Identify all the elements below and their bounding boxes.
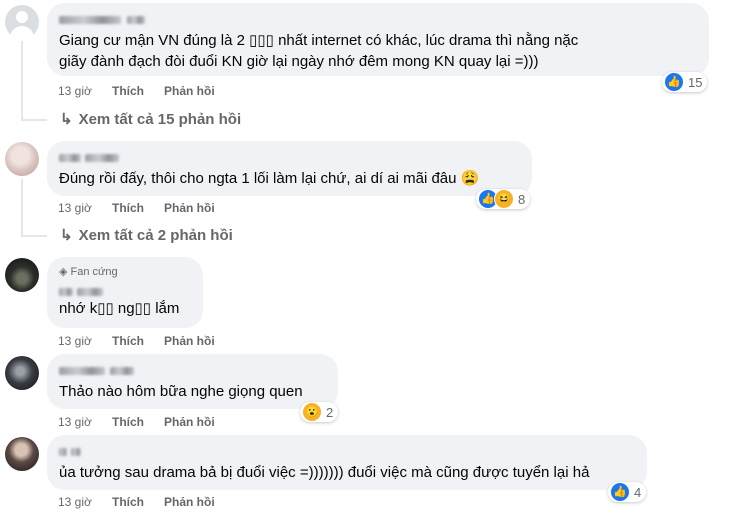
comment-author[interactable] <box>59 443 635 458</box>
thread-connector <box>21 235 47 237</box>
comment-time[interactable]: 13 giờ <box>58 495 92 509</box>
reaction-count: 2 <box>326 404 334 420</box>
comment-text: ủa tưởng sau drama bả bị đuổi việc =))))… <box>59 462 635 483</box>
comment-bubble: Giang cư mận VN đúng là 2 ▯▯▯ nhất inter… <box>47 3 709 76</box>
avatar[interactable] <box>5 258 39 292</box>
haha-icon: 😆 <box>494 189 514 209</box>
comment-time[interactable]: 13 giờ <box>58 201 92 215</box>
reply-button[interactable]: Phản hồi <box>164 201 215 215</box>
comment-text: Đúng rồi đấy, thôi cho ngta 1 lối làm lạ… <box>59 168 520 189</box>
fan-badge: ◈ Fan cứng <box>59 266 118 278</box>
comment-text: Giang cư mận VN đúng là 2 ▯▯▯ nhất inter… <box>59 30 697 72</box>
comment-author[interactable] <box>59 283 191 298</box>
comment-text-line: Đúng rồi đấy, thôi cho ngta 1 lối làm lạ… <box>59 170 480 187</box>
comment-bubble: ◈ Fan cứng nhớ k▯▯ ng▯▯ lắm <box>47 257 203 328</box>
reply-button[interactable]: Phản hồi <box>164 495 215 509</box>
comment-text-line: giãy đành đạch đòi đuổi KN giờ lại ngày … <box>59 53 539 70</box>
comment-time[interactable]: 13 giờ <box>58 415 92 429</box>
like-button[interactable]: Thích <box>112 84 144 98</box>
comment-time[interactable]: 13 giờ <box>58 334 92 348</box>
reply-button[interactable]: Phản hồi <box>164 334 215 348</box>
comment-bubble: ủa tưởng sau drama bả bị đuổi việc =))))… <box>47 435 647 490</box>
like-button[interactable]: Thích <box>112 334 144 348</box>
reply-button[interactable]: Phản hồi <box>164 84 215 98</box>
comment-author[interactable] <box>59 362 326 377</box>
comment-text-line: Giang cư mận VN đúng là 2 ▯▯▯ nhất inter… <box>59 32 579 49</box>
comment-author[interactable] <box>59 149 520 164</box>
comment-time[interactable]: 13 giờ <box>58 84 92 98</box>
reply-arrow-icon: ↳ <box>60 111 73 128</box>
comment-bubble: Thảo nào hôm bữa nghe giọng quen <box>47 354 338 409</box>
comment-author[interactable] <box>59 11 697 26</box>
thread-line <box>21 41 23 121</box>
wow-icon: 😮 <box>302 402 322 422</box>
reply-arrow-icon: ↳ <box>60 227 73 244</box>
thread-connector <box>21 119 47 121</box>
reaction-summary[interactable]: 👍 😆 8 <box>476 189 531 209</box>
comment-text-line: nhớ k▯▯ ng▯▯ lắm <box>59 300 180 317</box>
avatar[interactable] <box>5 356 39 390</box>
avatar[interactable] <box>5 5 39 39</box>
comment-text: Thảo nào hôm bữa nghe giọng quen <box>59 381 326 402</box>
reply-button[interactable]: Phản hồi <box>164 415 215 429</box>
reaction-count: 8 <box>518 191 526 207</box>
avatar[interactable] <box>5 437 39 471</box>
reaction-count: 15 <box>688 74 703 90</box>
avatar[interactable] <box>5 142 39 176</box>
reaction-summary[interactable]: 😮 2 <box>300 402 339 422</box>
comment-text-line: ủa tưởng sau drama bả bị đuổi việc =))))… <box>59 464 590 481</box>
reaction-summary[interactable]: 👍 15 <box>662 72 708 92</box>
thread-line <box>21 179 23 237</box>
view-replies-link[interactable]: ↳ Xem tất cả 2 phản hồi <box>60 226 233 244</box>
diamond-icon: ◈ <box>59 266 68 278</box>
reaction-summary[interactable]: 👍 4 <box>608 482 647 502</box>
view-replies-link[interactable]: ↳ Xem tất cả 15 phản hồi <box>60 110 241 128</box>
comment-text: nhớ k▯▯ ng▯▯ lắm <box>59 298 191 319</box>
like-button[interactable]: Thích <box>112 495 144 509</box>
like-icon: 👍 <box>610 482 630 502</box>
comment-text-line: Thảo nào hôm bữa nghe giọng quen <box>59 383 303 400</box>
comment-bubble: Đúng rồi đấy, thôi cho ngta 1 lối làm lạ… <box>47 141 532 196</box>
like-button[interactable]: Thích <box>112 415 144 429</box>
like-icon: 👍 <box>664 72 684 92</box>
like-button[interactable]: Thích <box>112 201 144 215</box>
reaction-count: 4 <box>634 484 642 500</box>
